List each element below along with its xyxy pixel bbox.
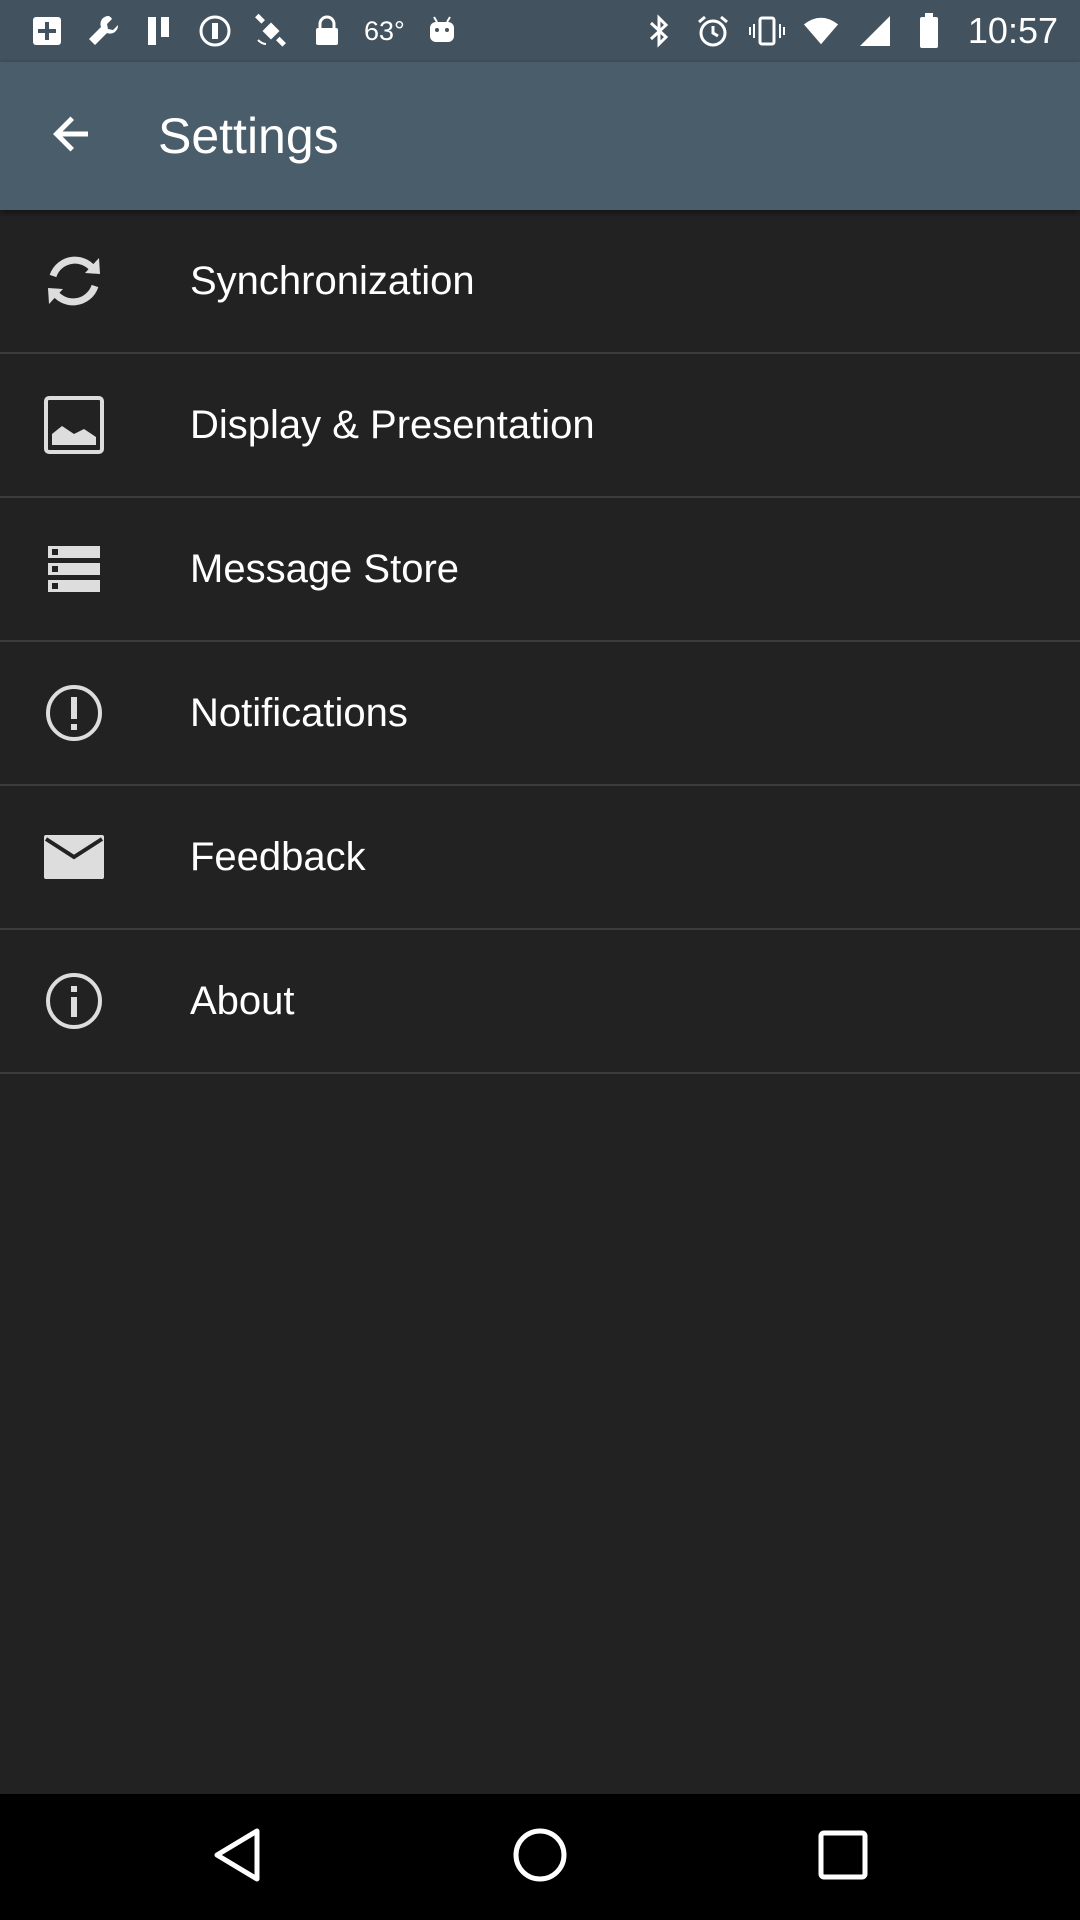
settings-item-label: Feedback [190,835,366,879]
settings-item-label: Synchronization [190,259,475,303]
temperature-text: 63° [364,15,405,46]
settings-item-about[interactable]: About [0,930,1080,1074]
back-triangle-icon [209,1825,265,1890]
bluetooth-icon [640,12,678,50]
recents-square-icon [816,1828,870,1887]
home-circle-icon [510,1825,570,1890]
settings-item-label: Notifications [190,691,408,735]
stop-circle-icon [196,12,234,50]
arrow-back-icon [48,110,96,163]
settings-item-label: Display & Presentation [190,403,595,447]
settings-item-message-store[interactable]: Message Store [0,498,1080,642]
clock-text: 10:57 [967,10,1058,51]
nav-back-button[interactable] [202,1822,272,1892]
status-bar: 63° 10:57 [0,0,1080,62]
wifi-icon [802,12,840,50]
image-icon [42,395,106,455]
sync-icon [42,251,106,311]
settings-screen: 63° 10:57 Settings Synchronization Displ… [0,0,1080,1920]
signal-icon [856,12,894,50]
status-bar-left: 63° [28,8,461,54]
page-title: Settings [158,108,339,164]
battery-icon [910,12,948,50]
pause-icon [140,12,178,50]
wrench-icon [84,12,122,50]
nav-recents-button[interactable] [808,1822,878,1892]
app-bar: Settings [0,62,1080,210]
info-icon [42,971,106,1031]
settings-item-synchronization[interactable]: Synchronization [0,210,1080,354]
back-button[interactable] [30,98,114,174]
alarm-icon [694,12,732,50]
fake-gps-icon [252,12,290,50]
vibrate-icon [748,12,786,50]
lock-icon [308,12,346,50]
storage-icon [42,539,106,599]
settings-item-display-presentation[interactable]: Display & Presentation [0,354,1080,498]
settings-item-feedback[interactable]: Feedback [0,786,1080,930]
navigation-bar [0,1794,1080,1920]
alert-circle-icon [42,683,106,743]
mail-icon [42,827,106,887]
nav-home-button[interactable] [505,1822,575,1892]
android-icon [423,12,461,50]
status-bar-right: 10:57 [640,8,1058,54]
settings-item-label: About [190,979,295,1023]
settings-item-label: Message Store [190,547,460,591]
settings-item-notifications[interactable]: Notifications [0,642,1080,786]
settings-list: Synchronization Display & Presentation M… [0,210,1080,1074]
add-box-icon [28,12,66,50]
